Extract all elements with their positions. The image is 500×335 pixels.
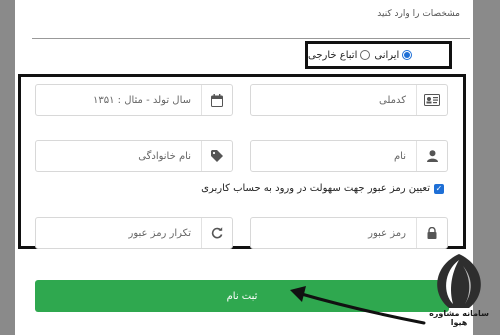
last-name-placeholder: نام خانوادگی: [138, 150, 191, 162]
national-code-placeholder: کدملی: [378, 94, 406, 106]
watermark-logo: سامانه مشاوره هیوا: [423, 252, 495, 330]
radio-foreign[interactable]: اتباع خارجی: [308, 49, 371, 61]
password-repeat-input[interactable]: تکرار رمز عبور: [35, 217, 233, 249]
set-password-checkbox[interactable]: ✓: [434, 183, 444, 194]
password-input[interactable]: رمز عبور: [250, 217, 448, 249]
lock-icon: [416, 218, 447, 248]
first-name-input[interactable]: نام: [250, 140, 448, 172]
radio-foreign-label: اتباع خارجی: [308, 49, 358, 61]
tag-icon: [201, 141, 232, 171]
last-name-input[interactable]: نام خانوادگی: [35, 140, 233, 172]
section-heading: مشخصات را وارد کنید: [377, 9, 460, 19]
radio-button[interactable]: [360, 50, 371, 60]
annotation-arrow-icon: [290, 286, 426, 325]
watermark-text: سامانه مشاوره هیوا: [429, 309, 489, 327]
nationality-selector: ایرانی اتباع خارجی: [305, 41, 452, 69]
birth-year-input[interactable]: سال تولد - مثال : ۱۳۵۱: [35, 84, 233, 116]
set-password-label: تعیین رمز عبور جهت سهولت در ورود به حساب…: [201, 183, 430, 194]
divider: [32, 38, 470, 39]
radio-button-selected[interactable]: [402, 50, 413, 60]
first-name-placeholder: نام: [393, 150, 406, 162]
password-placeholder: رمز عبور: [368, 227, 406, 239]
birth-year-placeholder: سال تولد - مثال : ۱۳۵۱: [93, 94, 191, 106]
radio-iranian-label: ایرانی: [374, 49, 400, 61]
set-password-option[interactable]: ✓ تعیین رمز عبور جهت سهولت در ورود به حس…: [201, 183, 444, 194]
calendar-icon: [201, 85, 232, 115]
national-code-input[interactable]: کدملی: [250, 84, 448, 116]
user-icon: [416, 141, 447, 171]
refresh-icon: [201, 218, 232, 248]
id-card-icon: [416, 85, 447, 115]
password-repeat-placeholder: تکرار رمز عبور: [128, 227, 191, 239]
leaf-logo-icon: [437, 254, 481, 308]
radio-iranian[interactable]: ایرانی: [374, 49, 413, 61]
